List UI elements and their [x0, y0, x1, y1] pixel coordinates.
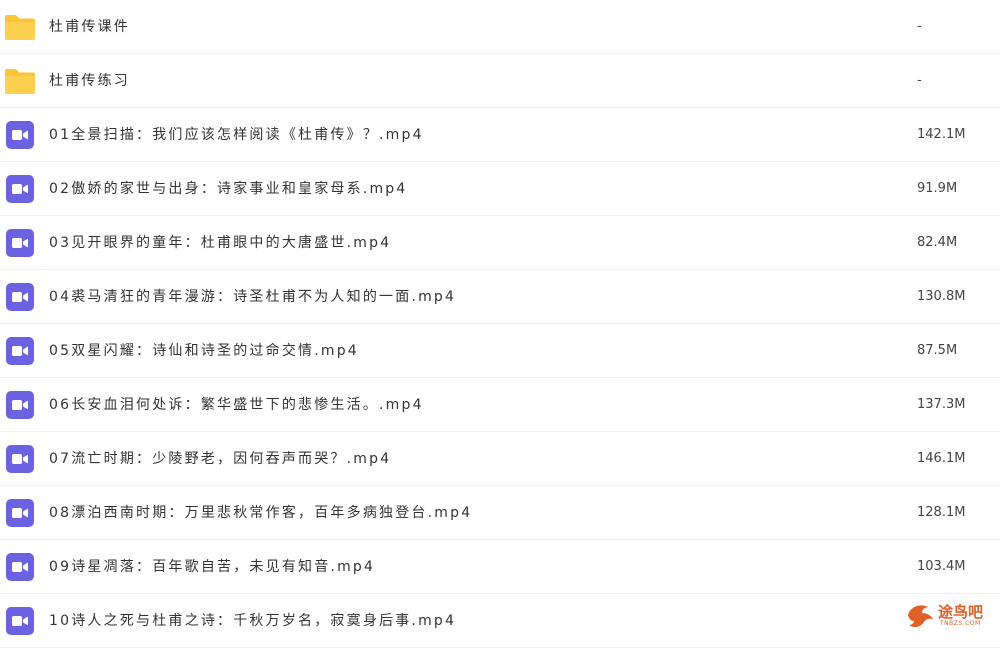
- file-row[interactable]: 04裘马清狂的青年漫游：诗圣杜甫不为人知的一面.mp4 130.8M: [0, 270, 1000, 324]
- video-icon: [5, 120, 35, 150]
- video-icon: [5, 228, 35, 258]
- file-size: 87.5M: [917, 343, 958, 358]
- watermark: 途鸟吧 TNBZS.COM: [902, 599, 992, 633]
- file-size: 146.1M: [917, 451, 966, 466]
- file-row[interactable]: 09诗星凋落：百年歌自苦，未见有知音.mp4 103.4M: [0, 540, 1000, 594]
- file-name[interactable]: 08漂泊西南时期：万里悲秋常作客，百年多病独登台.mp4: [49, 486, 472, 540]
- file-row[interactable]: 杜甫传练习 -: [0, 54, 1000, 108]
- file-name[interactable]: 05双星闪耀：诗仙和诗圣的过命交情.mp4: [49, 324, 359, 378]
- video-icon: [5, 390, 35, 420]
- video-icon: [5, 336, 35, 366]
- file-name[interactable]: 09诗星凋落：百年歌自苦，未见有知音.mp4: [49, 540, 375, 594]
- file-name[interactable]: 07流亡时期：少陵野老，因何吞声而哭？.mp4: [49, 432, 391, 486]
- file-row[interactable]: 08漂泊西南时期：万里悲秋常作客，百年多病独登台.mp4 128.1M: [0, 486, 1000, 540]
- video-icon: [5, 552, 35, 582]
- file-row[interactable]: 01全景扫描：我们应该怎样阅读《杜甫传》？.mp4 142.1M: [0, 108, 1000, 162]
- file-name[interactable]: 03见开眼界的童年：杜甫眼中的大唐盛世.mp4: [49, 216, 391, 270]
- file-name[interactable]: 01全景扫描：我们应该怎样阅读《杜甫传》？.mp4: [49, 108, 424, 162]
- file-list: 杜甫传课件 - 杜甫传练习 - 01全景扫描：我们应该怎样阅读《杜甫传》？.mp4 142…: [0, 0, 1000, 648]
- video-icon: [5, 444, 35, 474]
- video-icon: [5, 498, 35, 528]
- file-name[interactable]: 02傲娇的家世与出身：诗家事业和皇家母系.mp4: [49, 162, 408, 216]
- watermark-text: 途鸟吧: [938, 603, 984, 621]
- file-size: 128.1M: [917, 505, 966, 520]
- file-size: 130.8M: [917, 289, 966, 304]
- file-name[interactable]: 06长安血泪何处诉：繁华盛世下的悲惨生活。.mp4: [49, 378, 424, 432]
- video-icon: [5, 282, 35, 312]
- file-name[interactable]: 04裘马清狂的青年漫游：诗圣杜甫不为人知的一面.mp4: [49, 270, 456, 324]
- file-row[interactable]: 杜甫传课件 -: [0, 0, 1000, 54]
- file-row[interactable]: 07流亡时期：少陵野老，因何吞声而哭？.mp4 146.1M: [0, 432, 1000, 486]
- file-size: -: [917, 19, 922, 34]
- file-row[interactable]: 10诗人之死与杜甫之诗：千秋万岁名，寂寞身后事.mp4: [0, 594, 1000, 648]
- file-name[interactable]: 杜甫传练习: [49, 54, 130, 108]
- file-name[interactable]: 10诗人之死与杜甫之诗：千秋万岁名，寂寞身后事.mp4: [49, 594, 456, 648]
- file-size: 142.1M: [917, 127, 966, 142]
- bird-logo-icon: [908, 605, 933, 628]
- file-row[interactable]: 02傲娇的家世与出身：诗家事业和皇家母系.mp4 91.9M: [0, 162, 1000, 216]
- file-size: 91.9M: [917, 181, 958, 196]
- file-size: -: [917, 73, 922, 88]
- video-icon: [5, 606, 35, 636]
- file-row[interactable]: 06长安血泪何处诉：繁华盛世下的悲惨生活。.mp4 137.3M: [0, 378, 1000, 432]
- folder-icon: [4, 67, 35, 97]
- file-size: 103.4M: [917, 559, 966, 574]
- file-size: 82.4M: [917, 235, 958, 250]
- folder-icon: [4, 13, 35, 43]
- file-name[interactable]: 杜甫传课件: [49, 0, 130, 54]
- file-row[interactable]: 03见开眼界的童年：杜甫眼中的大唐盛世.mp4 82.4M: [0, 216, 1000, 270]
- file-size: 137.3M: [917, 397, 966, 412]
- watermark-subtext: TNBZS.COM: [940, 620, 981, 627]
- video-icon: [5, 174, 35, 204]
- file-row[interactable]: 05双星闪耀：诗仙和诗圣的过命交情.mp4 87.5M: [0, 324, 1000, 378]
